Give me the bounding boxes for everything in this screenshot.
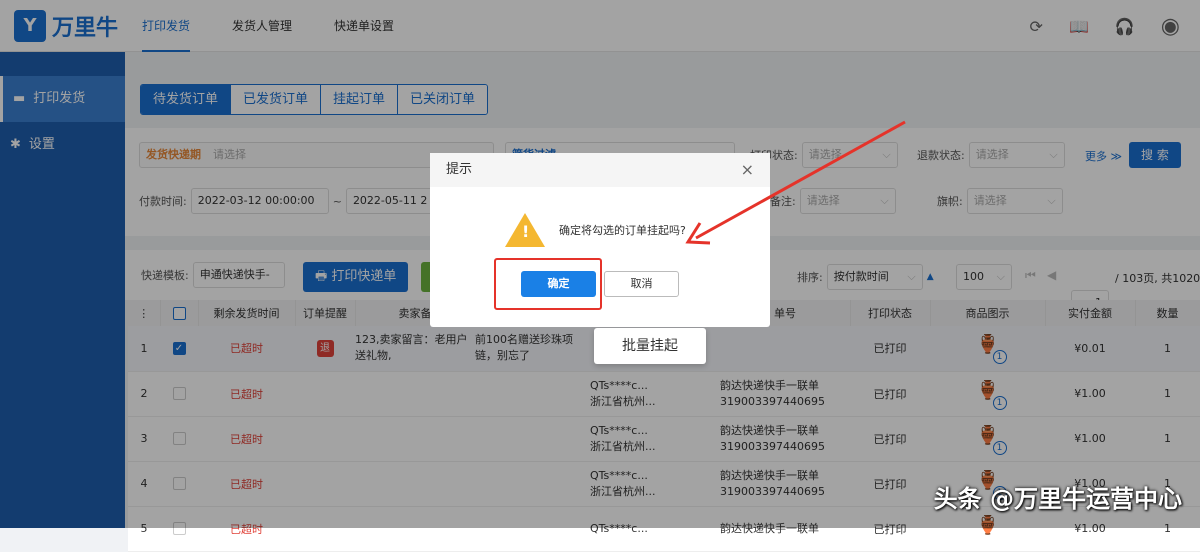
watermark: 头条 @万里牛运营中心 bbox=[933, 485, 1182, 513]
annotation-arrow-line bbox=[695, 120, 906, 240]
annotation-arrow bbox=[685, 120, 906, 245]
